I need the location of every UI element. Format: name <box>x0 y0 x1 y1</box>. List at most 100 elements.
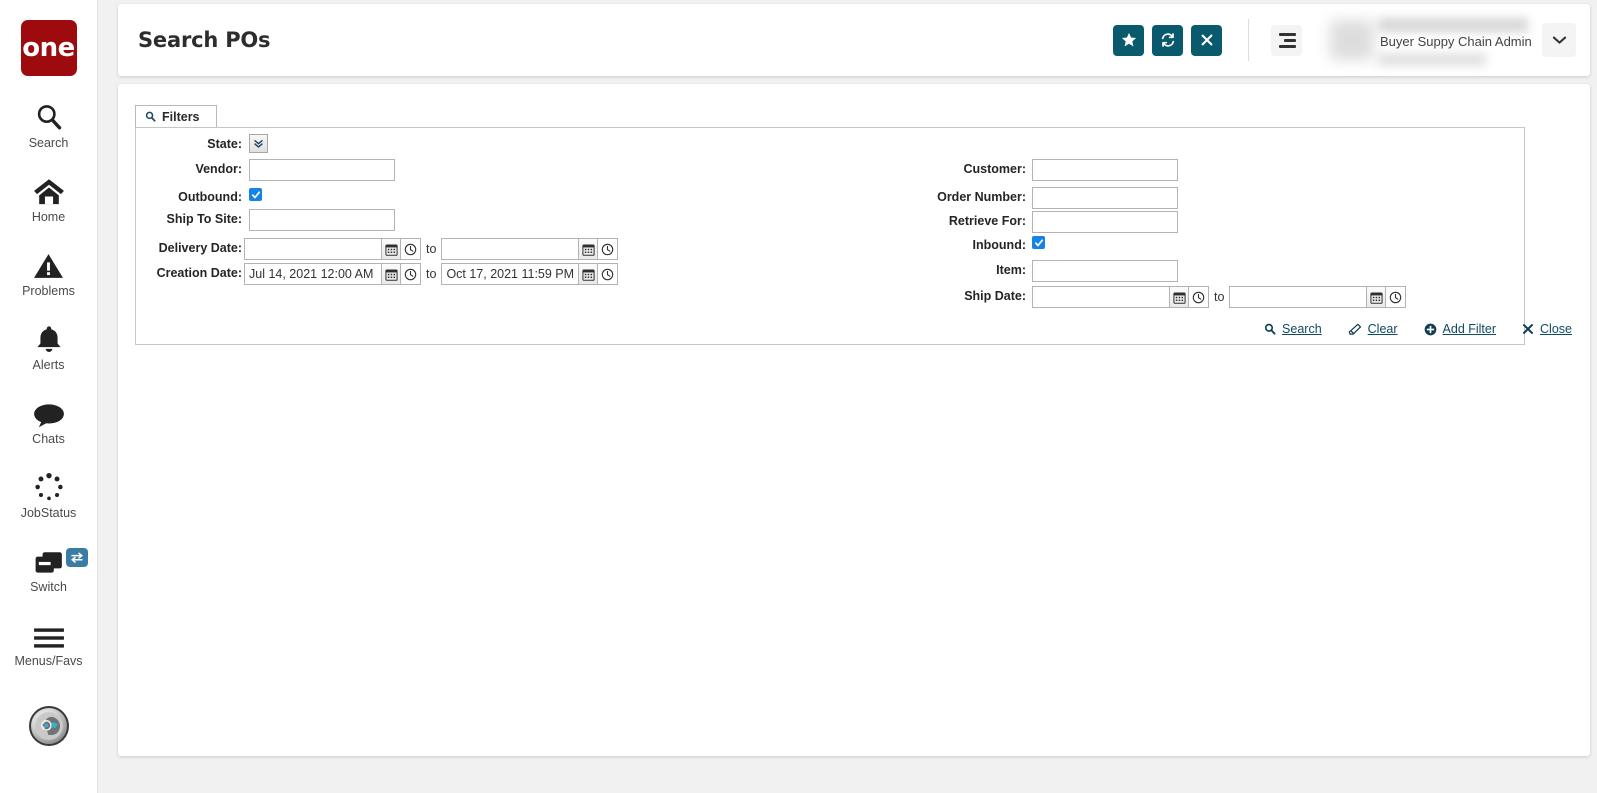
creation-date-to-input[interactable] <box>441 263 579 285</box>
order-number-label-wrap: Order Number: <box>836 190 1026 204</box>
close-action[interactable]: Close <box>1522 322 1572 336</box>
clear-action[interactable]: Clear <box>1348 322 1398 336</box>
add-filter-action-label: Add Filter <box>1442 322 1497 336</box>
brand-logo[interactable]: one <box>20 20 77 76</box>
calendar-icon[interactable] <box>578 263 599 285</box>
sidebar-item-label: Alerts <box>32 358 65 372</box>
tab-filters-label: Filters <box>162 109 200 124</box>
item-field-wrap <box>1032 260 1178 282</box>
problems-warning-icon <box>33 246 64 280</box>
main-content-card: Filters State: Vendor: Outbound: Ship To… <box>118 84 1590 756</box>
eraser-icon <box>1348 323 1362 336</box>
sidebar-item-label: Home <box>31 210 66 224</box>
filters-panel: State: Vendor: Outbound: Ship To Site: D… <box>135 127 1525 345</box>
state-dropdown[interactable] <box>249 134 268 153</box>
switch-windows-icon <box>34 542 64 576</box>
switch-toggle-badge[interactable] <box>65 548 88 567</box>
chevron-down-icon[interactable] <box>1542 23 1576 57</box>
item-label-wrap: Item: <box>836 263 1026 277</box>
delivery-date-to-input[interactable] <box>441 238 579 260</box>
sidebar-item-search[interactable]: Search <box>0 98 98 150</box>
inbound-checkbox-wrap <box>1032 236 1045 249</box>
tab-filters[interactable]: Filters <box>135 105 217 127</box>
calendar-icon[interactable] <box>578 238 599 260</box>
clock-icon[interactable] <box>401 263 421 285</box>
ship-date-label-wrap: Ship Date: <box>836 289 1026 303</box>
delivery-date-range: to <box>244 238 619 260</box>
item-label: Item: <box>996 263 1026 277</box>
user-avatar-icon[interactable] <box>28 706 69 746</box>
retrieve-for-field-wrap <box>1032 211 1178 233</box>
order-number-field-wrap <box>1032 187 1178 209</box>
inbound-checkbox[interactable] <box>1032 236 1045 249</box>
avatar <box>1330 20 1374 60</box>
customer-input[interactable] <box>1032 159 1178 181</box>
creation-date-label-wrap: Creation Date: <box>136 266 242 280</box>
outbound-checkbox-wrap <box>249 188 262 201</box>
vendor-field-wrap <box>249 159 395 181</box>
order-number-input[interactable] <box>1032 187 1178 209</box>
ship-to-site-label: Ship To Site: <box>166 212 242 226</box>
customer-field-wrap <box>1032 159 1178 181</box>
sidebar-item-jobstatus[interactable]: JobStatus <box>0 468 98 520</box>
vendor-input[interactable] <box>249 159 395 181</box>
sidebar-item-menus-favs[interactable]: Menus/Favs <box>0 616 98 668</box>
sidebar-item-problems[interactable]: Problems <box>0 246 98 298</box>
refresh-button[interactable] <box>1152 24 1183 56</box>
clock-icon[interactable] <box>401 238 421 260</box>
ship-date-from-input[interactable] <box>1032 286 1169 308</box>
user-name-redacted <box>1378 18 1528 32</box>
menus-favs-hamburger-icon <box>33 616 65 650</box>
item-input[interactable] <box>1032 260 1178 282</box>
delivery-date-from-input[interactable] <box>244 238 381 260</box>
sidebar-item-label: Problems <box>22 284 75 298</box>
creation-date-to-word: to <box>426 267 437 281</box>
sidebar-item-alerts[interactable]: Alerts <box>0 320 98 372</box>
retrieve-for-label: Retrieve For: <box>948 214 1026 228</box>
clock-icon[interactable] <box>1386 286 1407 308</box>
sidebar-item-label: Menus/Favs <box>14 654 83 668</box>
home-icon <box>33 172 65 206</box>
ship-date-to-word: to <box>1214 290 1225 304</box>
creation-date-from-input[interactable] <box>244 263 381 285</box>
ship-to-site-input[interactable] <box>249 209 395 231</box>
ship-date-to-input[interactable] <box>1229 286 1367 308</box>
customer-label: Customer: <box>963 162 1026 176</box>
sidebar-item-chats[interactable]: Chats <box>0 394 98 446</box>
customer-label-wrap: Customer: <box>836 162 1026 176</box>
calendar-icon[interactable] <box>381 263 401 285</box>
hamburger-menu-icon[interactable] <box>1271 24 1302 56</box>
clock-icon[interactable] <box>598 263 619 285</box>
user-profile-block[interactable]: Buyer Suppy Chain Admin <box>1324 12 1534 68</box>
close-button[interactable] <box>1191 24 1222 56</box>
close-action-label: Close <box>1540 322 1572 336</box>
ship-date-label: Ship Date: <box>964 289 1026 303</box>
outbound-label: Outbound: <box>178 190 242 204</box>
search-icon <box>1264 323 1276 335</box>
ship-date-range: to <box>1032 286 1407 308</box>
retrieve-for-input[interactable] <box>1032 211 1178 233</box>
sidebar-item-switch[interactable]: Switch <box>0 542 98 594</box>
vendor-label: Vendor: <box>195 162 242 176</box>
outbound-checkbox[interactable] <box>249 188 262 201</box>
ship-to-site-field-wrap <box>249 209 395 231</box>
retrieve-for-label-wrap: Retrieve For: <box>836 214 1026 228</box>
calendar-icon[interactable] <box>381 238 401 260</box>
clock-icon[interactable] <box>1189 286 1209 308</box>
state-label: State: <box>207 137 242 151</box>
header-divider <box>1248 19 1249 61</box>
vendor-label-wrap: Vendor: <box>136 162 242 176</box>
double-chevron-down-icon[interactable] <box>249 134 268 153</box>
calendar-icon[interactable] <box>1366 286 1387 308</box>
clock-icon[interactable] <box>598 238 619 260</box>
search-action[interactable]: Search <box>1264 322 1322 336</box>
sidebar-item-label: JobStatus <box>20 506 77 520</box>
inbound-label: Inbound: <box>972 238 1026 252</box>
add-filter-action[interactable]: Add Filter <box>1424 322 1497 336</box>
user-role-label: Buyer Suppy Chain Admin <box>1380 34 1532 49</box>
plus-circle-icon <box>1424 323 1437 336</box>
favorite-button[interactable] <box>1113 24 1144 56</box>
search-action-label: Search <box>1282 322 1322 336</box>
calendar-icon[interactable] <box>1169 286 1189 308</box>
sidebar-item-home[interactable]: Home <box>0 172 98 224</box>
